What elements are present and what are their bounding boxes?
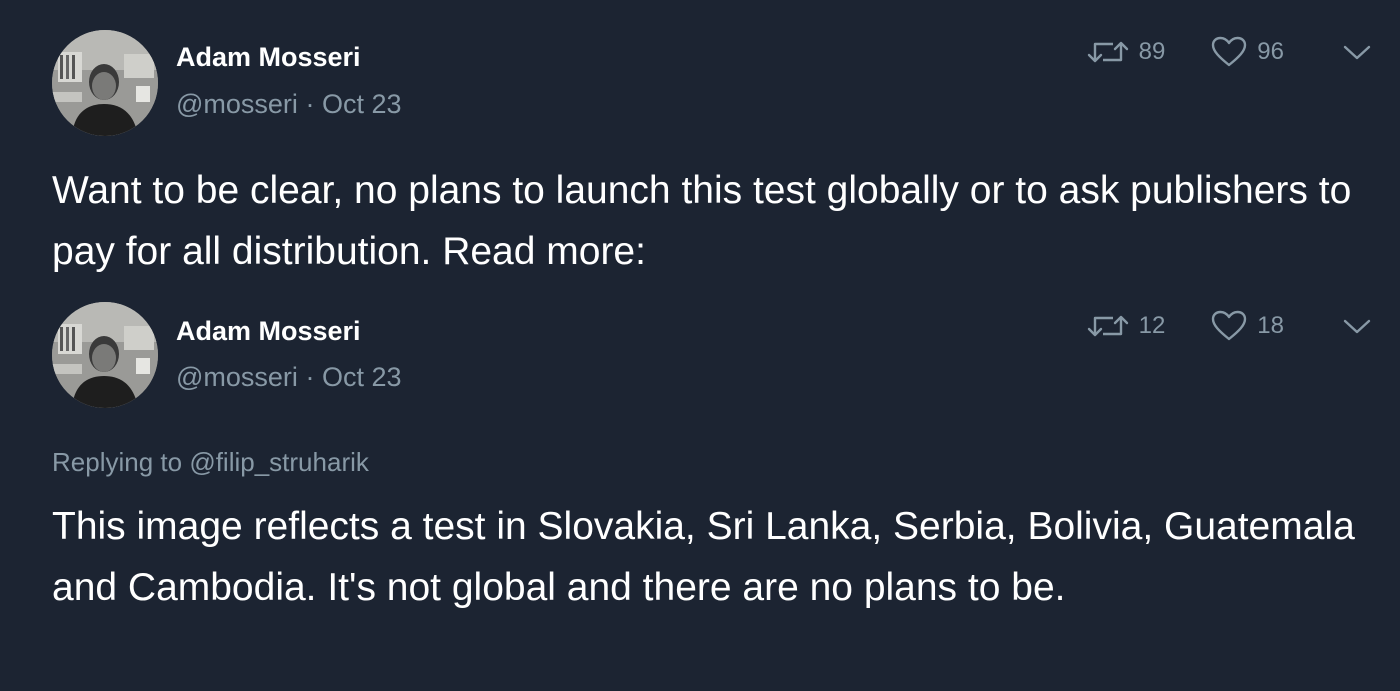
tweet-meta: @mosseri · Oct 23 bbox=[176, 362, 402, 393]
reply-mention-link[interactable]: @filip_struharik bbox=[189, 447, 369, 477]
retweet-button[interactable]: 12 bbox=[1087, 311, 1166, 341]
like-button[interactable]: 18 bbox=[1211, 310, 1284, 342]
chevron-down-icon bbox=[1343, 45, 1371, 60]
tweet-text: This image reflects a test in Slovakia, … bbox=[52, 505, 1355, 609]
retweet-icon bbox=[1087, 41, 1128, 63]
tweet-date[interactable]: Oct 23 bbox=[322, 89, 402, 119]
meta-separator: · bbox=[305, 362, 315, 392]
avatar-photo bbox=[52, 30, 158, 136]
tweet-date[interactable]: Oct 23 bbox=[322, 362, 402, 392]
avatar[interactable] bbox=[52, 30, 158, 136]
tweet-menu-button[interactable] bbox=[1342, 42, 1372, 62]
replying-to-label: Replying to bbox=[52, 447, 183, 477]
retweet-icon bbox=[1087, 315, 1128, 337]
avatar-photo bbox=[52, 302, 158, 408]
replying-to: Replying to @filip_struharik bbox=[52, 447, 369, 478]
avatar[interactable] bbox=[52, 302, 158, 408]
tweet-actions: 12 18 bbox=[1087, 308, 1372, 344]
heart-icon bbox=[1212, 310, 1247, 341]
tweet-actions: 89 96 bbox=[1087, 34, 1372, 70]
author-name[interactable]: Adam Mosseri bbox=[176, 42, 361, 73]
tweet-text: Want to be clear, no plans to launch thi… bbox=[52, 169, 1352, 273]
heart-icon bbox=[1212, 36, 1247, 67]
like-button[interactable]: 96 bbox=[1211, 36, 1284, 68]
tweet-menu-button[interactable] bbox=[1342, 316, 1372, 336]
retweet-count: 12 bbox=[1138, 312, 1166, 339]
like-count: 18 bbox=[1257, 312, 1284, 339]
retweet-count: 89 bbox=[1138, 38, 1166, 65]
author-name[interactable]: Adam Mosseri bbox=[176, 316, 361, 347]
tweet: Adam Mosseri @mosseri · Oct 23 89 96 Wan… bbox=[0, 0, 1400, 300]
tweet: Adam Mosseri @mosseri · Oct 23 12 18 Rep… bbox=[0, 300, 1400, 691]
chevron-down-icon bbox=[1343, 319, 1371, 334]
meta-separator: · bbox=[305, 89, 315, 119]
like-count: 96 bbox=[1257, 38, 1284, 65]
author-handle[interactable]: @mosseri bbox=[176, 89, 298, 119]
retweet-button[interactable]: 89 bbox=[1087, 37, 1166, 67]
author-handle[interactable]: @mosseri bbox=[176, 362, 298, 392]
tweet-meta: @mosseri · Oct 23 bbox=[176, 89, 402, 120]
